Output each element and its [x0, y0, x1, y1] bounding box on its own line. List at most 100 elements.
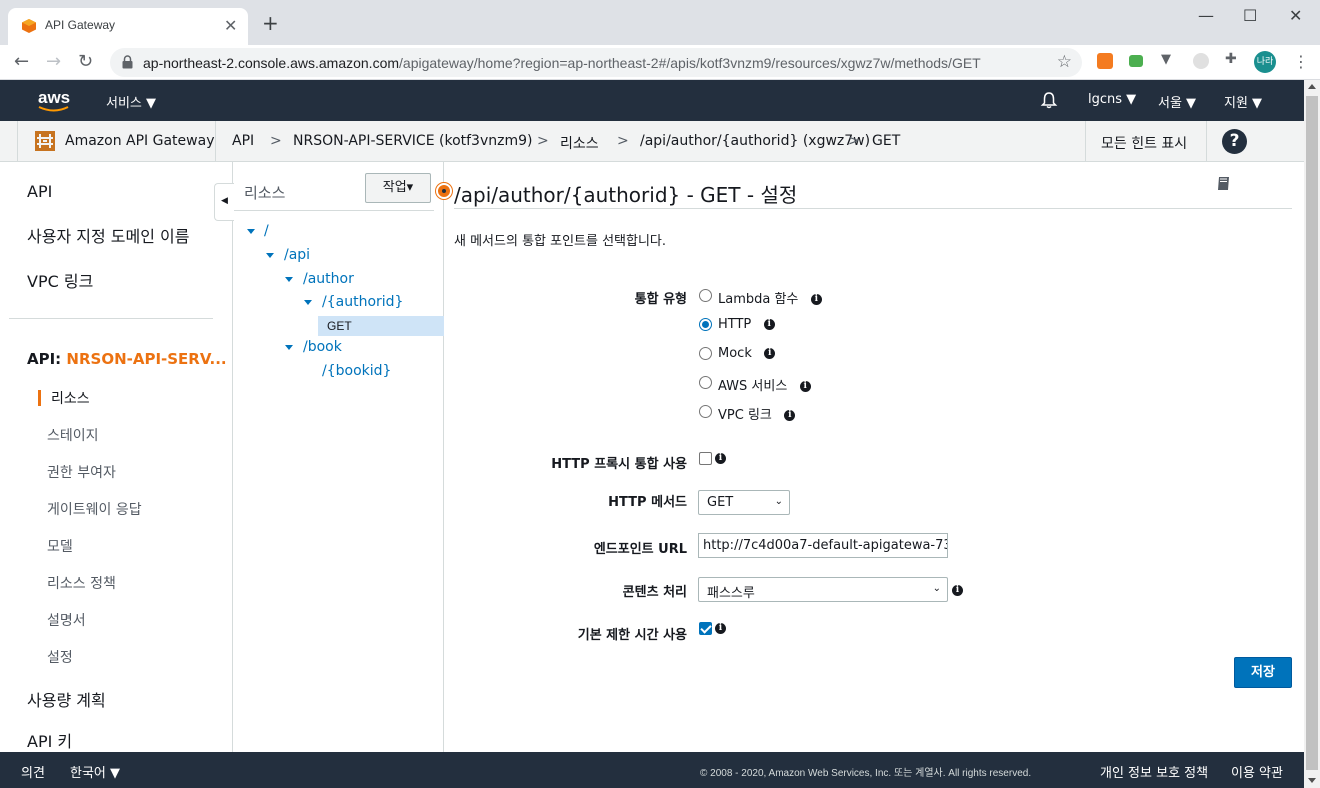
breadcrumb-resource-path[interactable]: /api/author/{authorid} (xgwz7w) — [640, 133, 870, 149]
extension-green-icon[interactable] — [1129, 55, 1143, 67]
feedback-link[interactable]: 의견 — [21, 762, 45, 781]
omnibox[interactable]: ap-northeast-2.console.aws.amazon.com/ap… — [110, 48, 1082, 77]
breadcrumb-separator: > — [617, 133, 629, 149]
caret-down-icon[interactable] — [285, 277, 293, 282]
tree-node-root[interactable]: / — [264, 223, 269, 239]
extension-mouse-icon[interactable] — [1193, 53, 1209, 69]
close-window-icon[interactable]: ✕ — [1289, 6, 1302, 25]
sidebar-item-authorizers[interactable]: 권한 부여자 — [47, 462, 116, 482]
radio-http[interactable] — [699, 318, 712, 331]
hint-indicator-icon[interactable] — [436, 183, 452, 199]
documentation-book-icon[interactable] — [1215, 175, 1233, 193]
info-icon[interactable]: i — [810, 294, 822, 305]
page-scrollbar[interactable] — [1304, 80, 1320, 788]
default-timeout-label: 기본 제한 시간 사용 — [577, 628, 687, 643]
resource-tree-panel: 리소스 작업▾ / /api /author /{authorid} GET /… — [234, 162, 444, 752]
breadcrumb-resources[interactable]: 리소스 — [560, 133, 599, 153]
default-timeout-checkbox[interactable] — [699, 622, 712, 635]
aws-logo[interactable]: aws — [38, 88, 70, 108]
tree-node-authorid[interactable]: /{authorid} — [322, 294, 403, 310]
maximize-icon[interactable]: ☐ — [1243, 6, 1257, 25]
tree-node-api[interactable]: /api — [284, 247, 310, 263]
tree-node-book[interactable]: /book — [303, 339, 342, 355]
browser-menu-icon[interactable]: ⋮ — [1293, 52, 1309, 71]
notification-bell-icon[interactable] — [1040, 91, 1058, 109]
services-menu[interactable]: 서비스 ▼ — [106, 92, 156, 111]
info-icon[interactable]: i — [799, 381, 811, 392]
divider — [1085, 121, 1086, 161]
forward-icon[interactable]: → — [46, 52, 61, 72]
support-menu[interactable]: 지원 ▼ — [1224, 92, 1262, 111]
tree-node-author[interactable]: /author — [303, 271, 354, 287]
title-divider — [454, 208, 1292, 209]
tree-node-bookid[interactable]: /{bookid} — [322, 363, 391, 379]
sidebar-item-gateway-responses[interactable]: 게이트웨이 응답 — [47, 499, 142, 519]
divider — [17, 121, 18, 161]
sidebar-item-stages[interactable]: 스테이지 — [47, 425, 99, 445]
extension-v-icon[interactable]: ▼ — [1161, 52, 1177, 68]
radio-lambda[interactable] — [699, 289, 712, 302]
scroll-thumb[interactable] — [1306, 96, 1318, 770]
endpoint-url-input[interactable]: http://7c4d00a7-default-apigatewa-73 — [698, 533, 948, 558]
sidebar-item-usage-plans[interactable]: 사용량 계획 — [27, 687, 106, 711]
language-select[interactable]: 한국어 ▼ — [70, 762, 120, 781]
new-tab-icon[interactable]: + — [262, 13, 279, 33]
info-icon[interactable]: i — [763, 319, 775, 330]
sidebar-item-resources[interactable]: 리소스 — [51, 388, 90, 408]
extension-orange-icon[interactable] — [1097, 53, 1113, 69]
radio-mock[interactable] — [699, 347, 712, 360]
content-handling-select[interactable]: 패스스루 ⌄ — [698, 577, 948, 602]
radio-vpc-link[interactable] — [699, 405, 712, 418]
caret-down-icon[interactable] — [304, 300, 312, 305]
sidebar-item-custom-domain[interactable]: 사용자 지정 도메인 이름 — [27, 223, 189, 247]
sidebar-item-api[interactable]: API — [27, 182, 52, 201]
region-menu[interactable]: 서울 ▼ — [1158, 92, 1196, 111]
sidebar-item-models[interactable]: 모델 — [47, 536, 73, 556]
minimize-icon[interactable]: — — [1198, 6, 1214, 25]
url-text: ap-northeast-2.console.aws.amazon.com/ap… — [143, 55, 981, 71]
extensions-puzzle-icon[interactable]: ✚ — [1225, 51, 1241, 67]
reload-icon[interactable]: ↻ — [78, 52, 93, 72]
browser-tab-bar: API Gateway ✕ + — ☐ ✕ — [0, 0, 1320, 45]
breadcrumb-service[interactable]: Amazon API Gateway — [65, 133, 214, 149]
radio-aws-service-label: AWS 서비스 i — [718, 375, 811, 394]
radio-http-label: HTTP i — [718, 317, 775, 332]
sidebar-item-documentation[interactable]: 설명서 — [47, 610, 86, 630]
caret-down-icon[interactable] — [266, 253, 274, 258]
caret-down-icon[interactable] — [285, 345, 293, 350]
collapse-sidebar-button[interactable]: ◀ — [214, 183, 234, 221]
info-icon[interactable]: i — [715, 623, 726, 634]
info-icon[interactable]: i — [715, 453, 726, 464]
privacy-policy-link[interactable]: 개인 정보 보호 정책 — [1100, 762, 1208, 781]
sidebar-item-api-keys[interactable]: API 키 — [27, 728, 72, 752]
http-proxy-checkbox[interactable] — [699, 452, 712, 465]
http-method-select[interactable]: GET ⌄ — [698, 490, 790, 515]
sidebar-item-resource-policy[interactable]: 리소스 정책 — [47, 573, 116, 593]
scroll-down-icon[interactable] — [1308, 778, 1316, 783]
tree-node-get-method[interactable]: GET — [318, 316, 444, 336]
radio-aws-service[interactable] — [699, 376, 712, 389]
info-icon[interactable]: i — [952, 585, 963, 596]
aws-top-nav: aws 서비스 ▼ lgcns ▼ 서울 ▼ 지원 ▼ — [0, 80, 1304, 121]
bookmark-star-icon[interactable]: ☆ — [1057, 52, 1072, 72]
browser-tab[interactable]: API Gateway ✕ — [8, 8, 248, 45]
sidebar-item-settings[interactable]: 설정 — [47, 647, 73, 667]
show-all-hints-button[interactable]: 모든 힌트 표시 — [1101, 133, 1187, 153]
save-button[interactable]: 저장 — [1234, 657, 1292, 688]
actions-dropdown-button[interactable]: 작업▾ — [365, 173, 431, 203]
help-icon[interactable]: ? — [1222, 129, 1247, 154]
info-icon[interactable]: i — [784, 410, 796, 421]
info-icon[interactable]: i — [764, 348, 776, 359]
caret-down-icon[interactable] — [247, 229, 255, 234]
sidebar-item-vpc-link[interactable]: VPC 링크 — [27, 268, 93, 292]
terms-link[interactable]: 이용 약관 — [1231, 762, 1283, 781]
profile-avatar[interactable]: 나라 — [1254, 51, 1276, 73]
account-menu[interactable]: lgcns ▼ — [1088, 92, 1136, 107]
breadcrumb-api[interactable]: API — [232, 133, 254, 149]
scroll-up-icon[interactable] — [1308, 84, 1316, 89]
breadcrumb-api-service[interactable]: NRSON-API-SERVICE (kotf3vnzm9) — [293, 133, 532, 149]
tab-title: API Gateway — [45, 18, 116, 32]
breadcrumb-separator: > — [848, 133, 860, 149]
back-icon[interactable]: ← — [14, 52, 29, 72]
close-tab-icon[interactable]: ✕ — [224, 16, 237, 35]
